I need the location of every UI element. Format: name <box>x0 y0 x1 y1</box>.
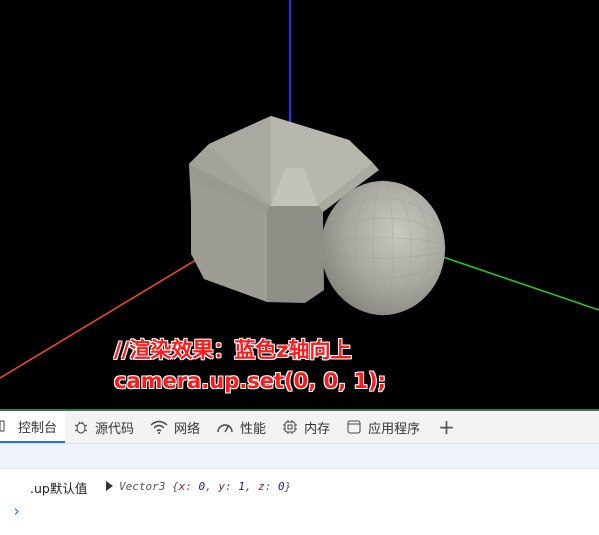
object-type: Vector3 <box>119 480 166 493</box>
gauge-icon <box>217 424 233 433</box>
caption-comment: //渲染效果：蓝色z轴向上 <box>114 338 352 362</box>
vector3-object[interactable]: Vector3 {x: 0, y: 1, z: 0} <box>119 480 291 493</box>
tab-application[interactable]: 应用程序 <box>338 411 428 443</box>
threejs-canvas[interactable]: //渲染效果：蓝色z轴向上 camera.up.set(0, 0, 1); <box>0 0 599 409</box>
prop-value-x: 0 <box>198 480 206 493</box>
prop-key-y: y <box>218 480 225 493</box>
tab-network-label: 网络 <box>174 421 201 437</box>
tab-performance[interactable]: 性能 <box>208 411 274 443</box>
window-icon <box>347 420 361 434</box>
sphere <box>321 181 445 315</box>
tab-memory[interactable]: 内存 <box>274 411 338 443</box>
console-output: .up默认值 Vector3 {x: 0, y: 1, z: 0} › <box>0 469 599 535</box>
prop-value-y: 1 <box>238 480 245 493</box>
tab-memory-label: 内存 <box>304 421 331 437</box>
y-axis-line <box>439 255 599 311</box>
prop-key-z: z <box>258 480 265 493</box>
tab-network[interactable]: 网络 <box>142 411 208 443</box>
log-label: .up默认值 <box>30 481 88 496</box>
prop-value-z: 0 <box>277 480 285 493</box>
devtools-tabbar: 控制台 源代码 网络 性能 内存 应用程序 + <box>0 411 599 444</box>
tab-sources-label: 源代码 <box>95 421 135 437</box>
console-icon <box>0 420 5 432</box>
wifi-icon <box>150 420 168 434</box>
bug-icon <box>74 421 88 434</box>
console-prompt[interactable]: › <box>12 502 21 520</box>
caption-code: camera.up.set(0, 0, 1); <box>114 369 386 393</box>
brace-close: } <box>284 480 292 493</box>
chip-icon <box>283 420 298 434</box>
brace-open: { <box>171 480 179 493</box>
console-filter-bar[interactable] <box>0 444 599 469</box>
tab-sources[interactable]: 源代码 <box>65 411 142 443</box>
tab-performance-label: 性能 <box>240 421 267 437</box>
tab-application-label: 应用程序 <box>368 421 421 437</box>
add-tab-button[interactable]: + <box>428 415 465 439</box>
tab-console-label: 控制台 <box>18 420 58 436</box>
console-log-entry: .up默认值 Vector3 {x: 0, y: 1, z: 0} <box>0 475 599 496</box>
tab-console[interactable]: 控制台 <box>0 411 66 443</box>
expand-triangle-icon[interactable] <box>106 481 113 491</box>
prop-key-x: x <box>178 480 186 493</box>
